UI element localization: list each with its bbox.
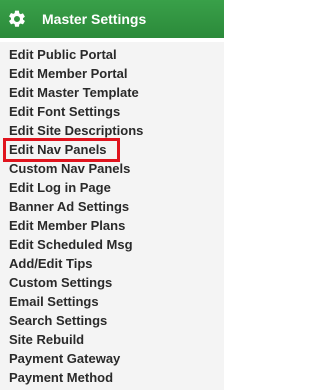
panel-title: Master Settings	[42, 11, 147, 27]
menu-item-custom-settings[interactable]: Custom Settings	[9, 274, 112, 291]
menu-item-edit-master-template[interactable]: Edit Master Template	[9, 84, 139, 101]
menu-item-payment-gateway[interactable]: Payment Gateway	[9, 350, 120, 367]
menu-item-payment-method[interactable]: Payment Method	[9, 369, 113, 386]
menu-item-edit-member-plans[interactable]: Edit Member Plans	[9, 217, 125, 234]
master-settings-panel: Master Settings Edit Public Portal Edit …	[0, 0, 224, 390]
menu-item-edit-log-in-page[interactable]: Edit Log in Page	[9, 179, 111, 196]
panel-header[interactable]: Master Settings	[0, 0, 224, 38]
menu-item-search-settings[interactable]: Search Settings	[9, 312, 107, 329]
menu-item-banner-ad-settings[interactable]: Banner Ad Settings	[9, 198, 129, 215]
menu-item-edit-scheduled-msg[interactable]: Edit Scheduled Msg	[9, 236, 133, 253]
menu-item-edit-public-portal[interactable]: Edit Public Portal	[9, 46, 117, 63]
menu-item-edit-site-descriptions[interactable]: Edit Site Descriptions	[9, 122, 143, 139]
menu-item-edit-font-settings[interactable]: Edit Font Settings	[9, 103, 120, 120]
menu-item-edit-member-portal[interactable]: Edit Member Portal	[9, 65, 127, 82]
highlight-box	[3, 138, 120, 162]
settings-menu: Edit Public Portal Edit Member Portal Ed…	[0, 42, 224, 390]
gear-icon	[9, 10, 25, 27]
menu-item-email-settings[interactable]: Email Settings	[9, 293, 99, 310]
menu-item-add-edit-tips[interactable]: Add/Edit Tips	[9, 255, 93, 272]
menu-item-site-rebuild[interactable]: Site Rebuild	[9, 331, 84, 348]
menu-item-custom-nav-panels[interactable]: Custom Nav Panels	[9, 160, 130, 177]
